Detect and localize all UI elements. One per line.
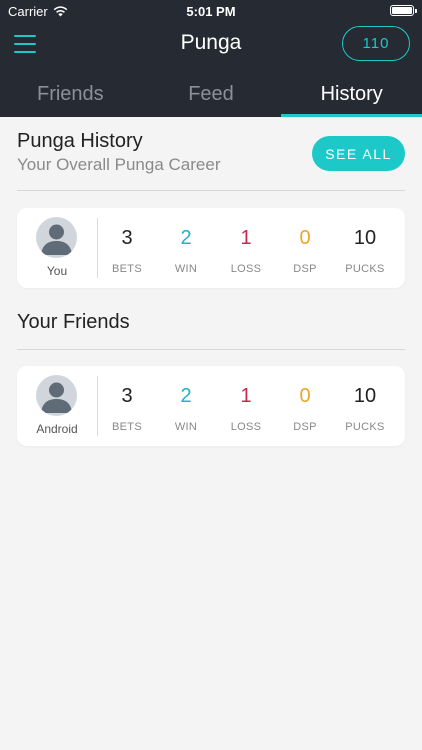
person-icon — [41, 382, 72, 413]
status-bar: Carrier 5:01 PM — [0, 0, 422, 22]
loss-label: LOSS — [230, 421, 262, 433]
app-header: Carrier 5:01 PM Punga 110 Friends Feed H… — [0, 0, 422, 117]
bets-value: 3 — [121, 227, 133, 249]
history-header: Punga History Your Overall Punga Career — [17, 130, 221, 175]
battery-icon — [390, 5, 417, 16]
dsp-value: 0 — [299, 227, 311, 249]
bets-value: 3 — [121, 385, 133, 407]
pucks-label: PUCKS — [345, 263, 385, 275]
pucks-value: 10 — [353, 385, 377, 407]
nav-row: Punga 110 — [0, 22, 422, 70]
status-time: 5:01 PM — [186, 4, 236, 19]
win-value: 2 — [180, 385, 192, 407]
history-subtitle: Your Overall Punga Career — [17, 155, 221, 174]
pucks-value: 10 — [353, 227, 377, 249]
tab-friends[interactable]: Friends — [0, 71, 141, 117]
tab-feed[interactable]: Feed — [141, 71, 282, 117]
win-label: WIN — [174, 263, 198, 275]
person-icon — [41, 224, 72, 255]
dsp-value: 0 — [299, 385, 311, 407]
loss-label: LOSS — [230, 263, 262, 275]
loss-value: 1 — [240, 227, 252, 249]
see-all-button[interactable]: SEE ALL — [312, 136, 405, 171]
my-stats-card[interactable]: You 3 BETS 2 WIN 1 LOSS 0 DSP 10 PUCKS — [17, 208, 405, 288]
dsp-label: DSP — [293, 421, 317, 433]
divider — [17, 349, 405, 350]
bets-label: BETS — [112, 263, 142, 275]
loss-value: 1 — [240, 385, 252, 407]
history-title: Punga History — [17, 130, 143, 152]
friend-stats-card[interactable]: Android 3 BETS 2 WIN 1 LOSS 0 DSP 10 PUC… — [17, 366, 405, 446]
friend-name: Android — [36, 422, 78, 436]
tab-bar: Friends Feed History — [0, 71, 422, 117]
friends-section-title: Your Friends — [17, 311, 130, 333]
dsp-label: DSP — [293, 263, 317, 275]
bets-label: BETS — [112, 421, 142, 433]
pucks-label: PUCKS — [345, 421, 385, 433]
avatar — [36, 217, 77, 258]
pucks-balance-badge[interactable]: 110 — [342, 26, 410, 61]
win-value: 2 — [180, 227, 192, 249]
avatar — [36, 375, 77, 416]
user-cell: You — [17, 208, 97, 288]
divider — [17, 190, 405, 191]
tab-history[interactable]: History — [281, 71, 422, 117]
win-label: WIN — [174, 421, 198, 433]
user-name: You — [46, 264, 68, 278]
user-cell: Android — [17, 366, 97, 446]
